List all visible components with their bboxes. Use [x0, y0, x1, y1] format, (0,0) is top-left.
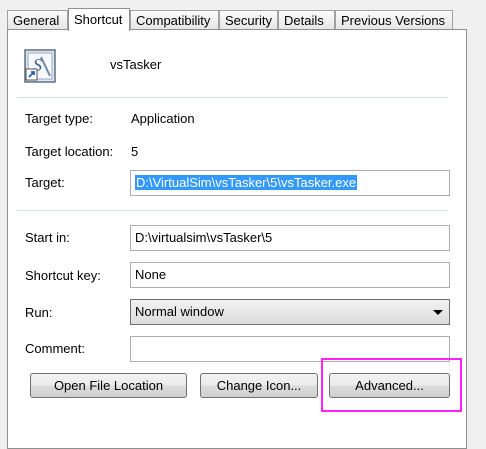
run-select[interactable]: Normal window: [130, 299, 450, 325]
tab-compatibility[interactable]: Compatibility: [130, 10, 219, 29]
start-in-field[interactable]: D:\virtualsim\vsTasker\5: [130, 225, 450, 251]
target-type-label: Target type:: [25, 111, 93, 126]
start-in-label: Start in:: [25, 230, 70, 245]
open-file-location-button[interactable]: Open File Location: [30, 373, 187, 398]
change-icon-button[interactable]: Change Icon...: [200, 373, 318, 398]
target-location-value: 5: [131, 144, 139, 159]
target-type-value: Application: [131, 111, 195, 126]
run-select-value: Normal window: [135, 304, 224, 319]
target-label: Target:: [25, 175, 65, 190]
shortcut-key-label: Shortcut key:: [25, 268, 101, 283]
divider: [17, 210, 448, 212]
highlight-box: [321, 358, 462, 412]
shortcut-app-icon: S: [24, 49, 56, 83]
target-field[interactable]: D:\VirtualSim\vsTasker\5\vsTasker.exe: [130, 170, 450, 196]
comment-label: Comment:: [25, 341, 85, 356]
shortcut-name: vsTasker: [110, 57, 162, 72]
tab-shortcut[interactable]: Shortcut: [68, 8, 130, 31]
tab-general[interactable]: General: [7, 10, 68, 29]
divider: [17, 97, 448, 99]
target-value: D:\VirtualSim\vsTasker\5\vsTasker.exe: [135, 175, 358, 190]
target-location-label: Target location:: [25, 144, 114, 159]
tab-security[interactable]: Security: [219, 10, 278, 29]
tab-previous-versions[interactable]: Previous Versions: [335, 10, 453, 29]
chevron-down-icon: [433, 310, 443, 315]
tab-details[interactable]: Details: [278, 10, 335, 29]
shortcut-key-field[interactable]: None: [130, 262, 450, 288]
run-label: Run:: [25, 305, 53, 320]
